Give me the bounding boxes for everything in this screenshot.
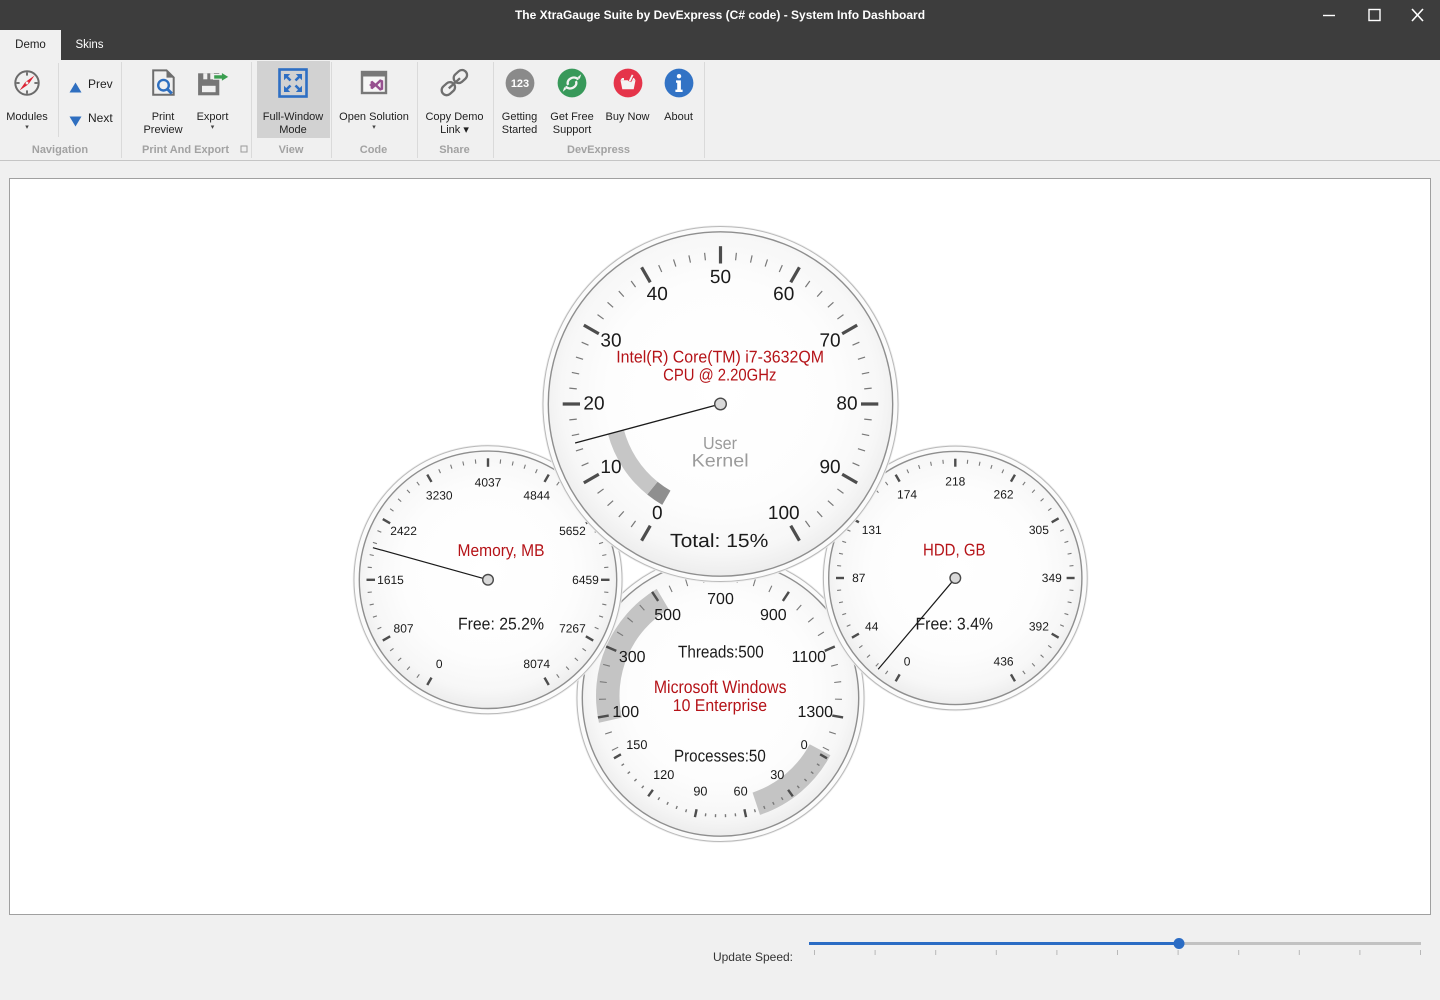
svg-text:262: 262 [994, 487, 1014, 501]
svg-text:500: 500 [654, 607, 681, 624]
svg-text:218: 218 [945, 475, 965, 489]
svg-text:0: 0 [801, 738, 808, 752]
svg-text:90: 90 [693, 784, 707, 798]
svg-text:2422: 2422 [390, 524, 417, 538]
svg-text:4037: 4037 [475, 475, 502, 489]
svg-text:0: 0 [904, 655, 911, 669]
svg-text:87: 87 [852, 571, 866, 585]
svg-text:Intel(R) Core(TM) i7-3632QM: Intel(R) Core(TM) i7-3632QM [616, 347, 824, 366]
svg-text:305: 305 [1029, 523, 1049, 537]
svg-text:7267: 7267 [559, 622, 586, 636]
svg-text:Threads:500: Threads:500 [678, 643, 764, 662]
svg-text:40: 40 [647, 284, 668, 305]
svg-text:50: 50 [710, 267, 731, 288]
svg-text:349: 349 [1042, 571, 1062, 585]
svg-text:700: 700 [707, 591, 734, 608]
svg-text:90: 90 [819, 457, 840, 478]
svg-text:131: 131 [862, 523, 882, 537]
svg-text:0: 0 [436, 657, 443, 671]
svg-text:900: 900 [760, 607, 787, 624]
svg-text:Memory, MB: Memory, MB [458, 541, 545, 560]
svg-text:30: 30 [770, 768, 784, 782]
svg-text:1300: 1300 [797, 704, 833, 721]
svg-text:10 Enterprise: 10 Enterprise [673, 696, 767, 715]
svg-text:CPU @ 2.20GHz: CPU @ 2.20GHz [663, 365, 776, 384]
svg-text:300: 300 [619, 649, 646, 666]
svg-text:120: 120 [653, 768, 674, 782]
svg-text:100: 100 [612, 704, 639, 721]
svg-text:10: 10 [600, 457, 621, 478]
svg-text:0: 0 [652, 503, 663, 524]
svg-text:Total: 15%: Total: 15% [670, 531, 768, 552]
svg-text:Kernel: Kernel [692, 450, 749, 470]
svg-text:174: 174 [897, 487, 917, 501]
svg-text:6459: 6459 [572, 573, 599, 587]
svg-text:20: 20 [583, 394, 604, 415]
svg-text:100: 100 [768, 503, 800, 524]
svg-text:Processes:50: Processes:50 [674, 747, 766, 766]
svg-text:60: 60 [734, 784, 748, 798]
svg-text:807: 807 [394, 622, 414, 636]
svg-text:436: 436 [994, 655, 1014, 669]
svg-text:1100: 1100 [792, 649, 827, 666]
svg-text:392: 392 [1029, 619, 1049, 633]
svg-text:44: 44 [865, 619, 879, 633]
svg-text:4844: 4844 [523, 488, 550, 502]
svg-text:HDD, GB: HDD, GB [923, 540, 986, 559]
svg-text:8074: 8074 [523, 657, 550, 671]
svg-text:150: 150 [626, 738, 647, 752]
svg-text:5652: 5652 [559, 524, 586, 538]
svg-text:Free: 3.4%: Free: 3.4% [916, 614, 994, 633]
svg-text:80: 80 [836, 394, 857, 415]
svg-text:3230: 3230 [426, 488, 453, 502]
svg-text:Free: 25.2%: Free: 25.2% [458, 614, 544, 633]
svg-text:60: 60 [773, 284, 794, 305]
svg-text:Microsoft Windows: Microsoft Windows [654, 677, 787, 697]
svg-text:1615: 1615 [377, 573, 404, 587]
